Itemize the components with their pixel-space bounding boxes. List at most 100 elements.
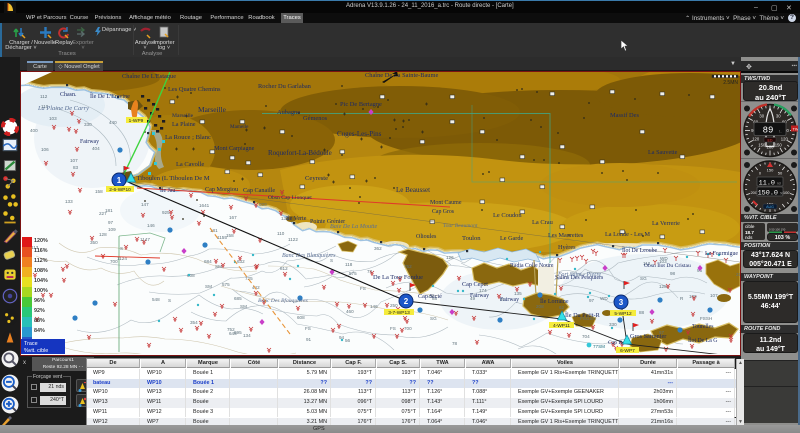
svg-text:112%: 112%: [34, 258, 48, 264]
svg-text:700: 700: [404, 326, 412, 331]
svg-text:Ile Jau: Ile Jau: [160, 188, 175, 194]
svg-text:Olioules: Olioules: [416, 234, 437, 240]
svg-text:100%: 100%: [34, 288, 48, 294]
svg-text:100: 100: [783, 190, 790, 195]
svg-text:575: 575: [349, 271, 357, 276]
svg-text:11.0: 11.0: [759, 180, 775, 188]
svg-text:1: 1: [117, 176, 122, 185]
svg-text:Cap Sicié: Cap Sicié: [418, 293, 442, 300]
svg-text:La Cavolle: La Cavolle: [176, 161, 204, 168]
svg-text:WD: WD: [660, 256, 668, 261]
svg-text:Mont Caume: Mont Caume: [430, 200, 462, 206]
svg-text:96%: 96%: [34, 298, 45, 304]
svg-text:Le Coudon: Le Coudon: [493, 212, 522, 219]
svg-text:SM: SM: [205, 284, 212, 289]
svg-text:SM: SM: [240, 304, 247, 309]
svg-text:Tourelles: Tourelles: [692, 324, 714, 330]
svg-text:FS: FS: [390, 326, 396, 331]
svg-text:147: 147: [141, 202, 149, 207]
svg-text:120%: 120%: [34, 238, 48, 244]
svg-text:106: 106: [739, 329, 740, 334]
svg-text:Îlot De Leoube: Îlot De Leoube: [622, 246, 658, 254]
svg-text:752: 752: [404, 264, 412, 269]
svg-text:2: 2: [404, 297, 409, 306]
svg-text:Cap Gros: Cap Gros: [432, 209, 455, 215]
svg-text:83: 83: [73, 165, 79, 170]
svg-text:50: 50: [778, 171, 783, 176]
svg-text:Aubagne: Aubagne: [277, 109, 300, 116]
svg-text:Le Beausset: Le Beausset: [396, 186, 430, 194]
svg-text:88: 88: [639, 310, 645, 315]
svg-text:181: 181: [105, 208, 113, 213]
svg-text:925: 925: [162, 210, 170, 215]
svg-text:2.5MN: 2.5MN: [723, 80, 738, 86]
svg-text:Les Maurettes: Les Maurettes: [548, 232, 584, 239]
svg-text:116%: 116%: [34, 248, 48, 254]
svg-text:250: 250: [390, 303, 398, 308]
svg-text:134: 134: [243, 333, 251, 338]
svg-text:146: 146: [147, 223, 155, 228]
svg-text:400: 400: [30, 128, 38, 133]
svg-text:98: 98: [670, 271, 676, 276]
svg-text:150: 150: [758, 142, 766, 147]
svg-text:Cap Cepet: Cap Cepet: [462, 281, 488, 288]
svg-text:118: 118: [345, 262, 353, 267]
svg-text:SG: SG: [640, 276, 647, 281]
svg-text:440: 440: [109, 120, 117, 125]
svg-text:812: 812: [280, 266, 288, 271]
svg-text:Fort Saint - Pierre: Fort Saint - Pierre: [557, 272, 602, 278]
svg-text:120: 120: [752, 136, 760, 141]
svg-text:Obsn Cap Lionquet: Obsn Cap Lionquet: [268, 195, 312, 201]
svg-text:704: 704: [582, 334, 590, 339]
svg-text:108%: 108%: [34, 268, 48, 274]
svg-text:103: 103: [49, 116, 57, 121]
svg-text:6-WP7: 6-WP7: [620, 348, 635, 354]
svg-text:Îlot De La G: Îlot De La G: [688, 336, 717, 344]
svg-text:S: S: [120, 246, 123, 251]
svg-text:Marseille: Marseille: [198, 105, 227, 114]
svg-text:92%: 92%: [34, 308, 45, 314]
svg-text:Gémenos: Gémenos: [303, 115, 328, 122]
svg-text:Rocher Du Garlaban: Rocher Du Garlaban: [258, 83, 312, 90]
svg-text:Toulon: Toulon: [462, 235, 481, 242]
svg-text:30: 30: [759, 114, 764, 119]
svg-text:Chaîne De La Sainte-Baume: Chaîne De La Sainte-Baume: [365, 72, 438, 79]
svg-text:62: 62: [559, 305, 565, 310]
svg-text:Cap Morgiou: Cap Morgiou: [205, 186, 238, 193]
svg-text:Banc Des Bfauquières: Banc Des Bfauquières: [258, 297, 308, 304]
svg-text:FS: FS: [360, 286, 366, 291]
svg-text:Banc Des Blauquières: Banc Des Blauquières: [282, 253, 336, 259]
svg-text:167: 167: [229, 215, 237, 220]
svg-text:112: 112: [40, 94, 48, 99]
svg-text:Ile Verte: Ile Verte: [286, 216, 307, 222]
svg-text:1-WP9: 1-WP9: [129, 118, 144, 124]
svg-text:La Fourmigue: La Fourmigue: [705, 251, 738, 257]
svg-text:752: 752: [227, 327, 235, 332]
svg-text:30: 30: [776, 114, 781, 119]
svg-text:120: 120: [781, 136, 789, 141]
svg-text:150.0: 150.0: [758, 190, 778, 198]
svg-text:107: 107: [70, 158, 78, 163]
svg-text:Fairway: Fairway: [470, 293, 489, 299]
svg-text:Tour Beaumont: Tour Beaumont: [443, 223, 478, 229]
svg-text:Radia Colle Noure: Radia Colle Noure: [510, 263, 554, 269]
svg-text:575: 575: [222, 282, 230, 287]
svg-text:128: 128: [659, 284, 667, 289]
svg-text:Fairway: Fairway: [80, 139, 99, 145]
svg-text:Baie De La Moutte: Baie De La Moutte: [330, 223, 378, 230]
svg-text:Roquefort-La-Bédoule: Roquefort-La-Bédoule: [268, 149, 332, 157]
svg-text:3-7-WP13: 3-7-WP13: [388, 310, 410, 316]
svg-text:Fairway: Fairway: [500, 297, 519, 303]
svg-text:Île De L'Erevine: Île De L'Erevine: [90, 92, 130, 100]
svg-text:Cuges-Les-Pins: Cuges-Les-Pins: [337, 130, 382, 138]
svg-text:ED: ED: [768, 139, 773, 143]
svg-text:Pic De Bertagne: Pic De Bertagne: [340, 101, 382, 108]
svg-text:133: 133: [65, 199, 73, 204]
svg-text:330: 330: [609, 322, 617, 327]
svg-text:AUG: AUG: [766, 205, 774, 209]
svg-text:FSSH: FSSH: [700, 316, 712, 321]
svg-text:158: 158: [226, 233, 234, 238]
svg-text:107: 107: [710, 293, 718, 298]
svg-text:1122: 1122: [288, 237, 298, 242]
svg-text:1641: 1641: [199, 203, 210, 208]
